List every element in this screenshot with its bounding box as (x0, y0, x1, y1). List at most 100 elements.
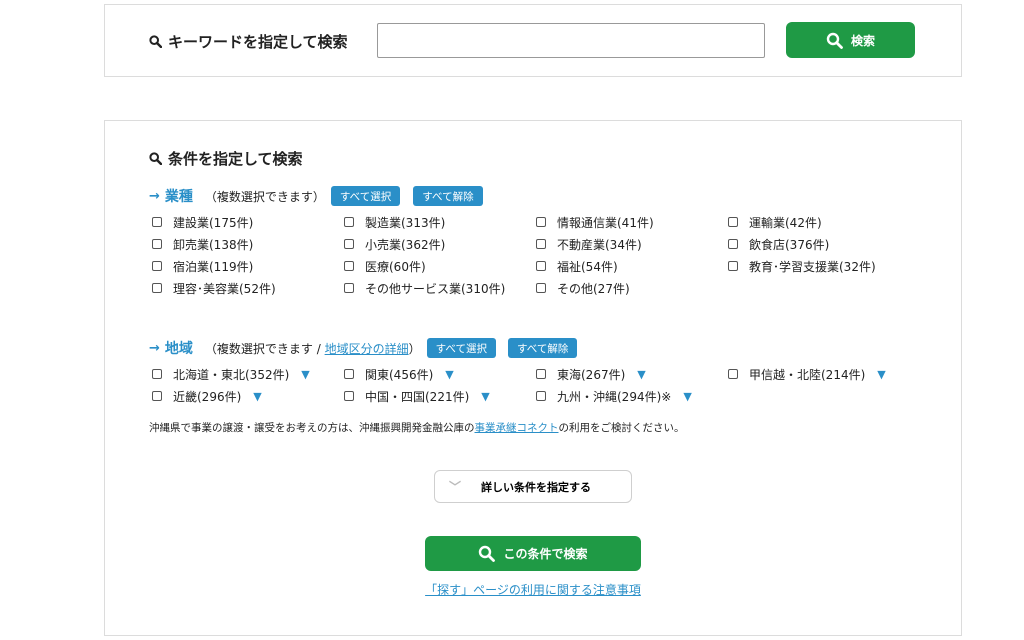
region-section-title: 地域 (164, 341, 193, 357)
checkbox[interactable] (152, 217, 162, 227)
option-label: 宿泊業(119件) (173, 259, 254, 274)
option-label: 建設業(175件) (173, 215, 254, 230)
checkbox[interactable] (344, 369, 354, 379)
checkbox[interactable] (728, 261, 738, 271)
industry-option[interactable]: 不動産業(34件) (536, 233, 728, 255)
region-options: 北海道・東北(352件) ▼ 関東(456件) ▼ 東海(267件) ▼ 甲信越・北陸(21… (152, 363, 920, 407)
okinawa-notice: 沖縄県で事業の譲渡・譲受をお考えの方は、沖縄振興開発金融公庫の事業承継コネクトの… (149, 420, 685, 435)
option-label: 飲食店(376件) (749, 237, 830, 252)
industry-select-all-button[interactable]: すべて選択 (330, 186, 401, 206)
condition-search-heading: 条件を指定して検索 (149, 148, 303, 169)
checkbox[interactable] (152, 261, 162, 271)
industry-options: 建設業(175件) 製造業(313件) 情報通信業(41件) 運輸業(42件) 卸売業(… (152, 211, 920, 299)
industry-option[interactable]: その他サービス業(310件) (344, 277, 536, 299)
detail-conditions-label: 詳しい条件を指定する (481, 480, 591, 494)
expand-triangle-icon[interactable]: ▼ (445, 368, 453, 381)
option-label: 九州・沖縄(294件)※ (557, 389, 672, 404)
region-option[interactable]: 関東(456件) ▼ (344, 363, 536, 385)
arrow-right-icon: → (149, 340, 160, 356)
checkbox[interactable] (344, 391, 354, 401)
industry-option[interactable]: 製造業(313件) (344, 211, 536, 233)
industry-option[interactable]: 福祉(54件) (536, 255, 728, 277)
region-clear-all-button[interactable]: すべて解除 (507, 338, 578, 358)
region-option[interactable]: 九州・沖縄(294件)※ ▼ (536, 385, 728, 407)
detail-conditions-button[interactable]: ﹀ 詳しい条件を指定する (434, 470, 632, 503)
expand-triangle-icon[interactable]: ▼ (637, 368, 645, 381)
checkbox[interactable] (728, 217, 738, 227)
region-select-all-button[interactable]: すべて選択 (426, 338, 496, 358)
checkbox[interactable] (536, 217, 546, 227)
option-label: 関東(456件) (365, 367, 434, 382)
industry-option[interactable]: 運輸業(42件) (728, 211, 920, 233)
region-option[interactable]: 東海(267件) ▼ (536, 363, 728, 385)
condition-search-title: 条件を指定して検索 (168, 150, 303, 168)
option-label: 甲信越・北陸(214件) (749, 367, 866, 382)
search-icon (149, 35, 162, 48)
checkbox[interactable] (728, 239, 738, 249)
checkbox[interactable] (536, 283, 546, 293)
industry-option[interactable]: 教育･学習支援業(32件) (728, 255, 920, 277)
keyword-search-button-label: 検索 (850, 33, 875, 48)
expand-triangle-icon[interactable]: ▼ (481, 390, 489, 403)
industry-clear-all-button[interactable]: すべて解除 (413, 186, 483, 206)
region-note-prefix: （複数選択できます / (204, 341, 325, 356)
industry-section-note: （複数選択できます） (204, 189, 325, 204)
checkbox[interactable] (728, 369, 738, 379)
checkbox[interactable] (152, 283, 162, 293)
keyword-search-button[interactable]: 検索 (786, 22, 915, 58)
region-detail-link[interactable]: 地域区分の詳細 (325, 342, 409, 356)
industry-option[interactable]: 小売業(362件) (344, 233, 536, 255)
checkbox[interactable] (344, 283, 354, 293)
checkbox[interactable] (152, 391, 162, 401)
checkbox[interactable] (536, 391, 546, 401)
search-icon (149, 152, 162, 165)
industry-option[interactable]: その他(27件) (536, 277, 728, 299)
expand-triangle-icon[interactable]: ▼ (683, 390, 691, 403)
option-label: 小売業(362件) (365, 237, 446, 252)
keyword-search-heading: キーワードを指定して検索 (149, 31, 348, 52)
option-label: 教育･学習支援業(32件) (749, 259, 876, 274)
region-option[interactable]: 甲信越・北陸(214件) ▼ (728, 363, 920, 385)
checkbox[interactable] (536, 369, 546, 379)
industry-option[interactable]: 卸売業(138件) (152, 233, 344, 255)
checkbox[interactable] (344, 217, 354, 227)
option-label: 福祉(54件) (557, 259, 618, 274)
industry-option[interactable]: 宿泊業(119件) (152, 255, 344, 277)
keyword-search-panel: キーワードを指定して検索 検索 (104, 4, 962, 77)
industry-option[interactable]: 理容･美容業(52件) (152, 277, 344, 299)
industry-section-header: → 業種 （複数選択できます） すべて選択 すべて解除 (149, 186, 483, 206)
checkbox[interactable] (536, 239, 546, 249)
notice-prefix: 沖縄県で事業の譲渡・譲受をお考えの方は、沖縄振興開発金融公庫の (149, 422, 475, 434)
condition-search-panel: 条件を指定して検索 → 業種 （複数選択できます） すべて選択 すべて解除 建設… (104, 120, 962, 636)
notice-suffix: の利用をご検討ください。 (558, 422, 685, 434)
region-section-header: → 地域 （複数選択できます / 地域区分の詳細） すべて選択 すべて解除 (149, 338, 578, 358)
region-option[interactable]: 中国・四国(221件) ▼ (344, 385, 536, 407)
condition-search-button[interactable]: この条件で検索 (425, 536, 641, 571)
arrow-right-icon: → (149, 188, 160, 204)
keyword-input[interactable] (377, 23, 765, 58)
expand-triangle-icon[interactable]: ▼ (253, 390, 261, 403)
search-icon (826, 32, 843, 49)
option-label: 情報通信業(41件) (557, 215, 654, 230)
option-label: 北海道・東北(352件) (173, 367, 290, 382)
checkbox[interactable] (536, 261, 546, 271)
business-succession-connect-link[interactable]: 事業承継コネクト (475, 422, 559, 434)
region-option[interactable]: 北海道・東北(352件) ▼ (152, 363, 344, 385)
industry-option[interactable]: 情報通信業(41件) (536, 211, 728, 233)
checkbox[interactable] (344, 239, 354, 249)
industry-option[interactable]: 建設業(175件) (152, 211, 344, 233)
region-note-suffix: ） (408, 341, 421, 356)
industry-option[interactable]: 飲食店(376件) (728, 233, 920, 255)
usage-caution-link[interactable]: 「探す」ページの利用に関する注意事項 (425, 581, 641, 598)
option-label: 製造業(313件) (365, 215, 446, 230)
checkbox[interactable] (344, 261, 354, 271)
industry-option[interactable]: 医療(60件) (344, 255, 536, 277)
expand-triangle-icon[interactable]: ▼ (301, 368, 309, 381)
region-option[interactable]: 近畿(296件) ▼ (152, 385, 344, 407)
chevron-down-icon: ﹀ (448, 480, 461, 494)
checkbox[interactable] (152, 239, 162, 249)
checkbox[interactable] (152, 369, 162, 379)
expand-triangle-icon[interactable]: ▼ (877, 368, 885, 381)
option-label: その他サービス業(310件) (365, 281, 506, 296)
keyword-search-label: キーワードを指定して検索 (168, 33, 348, 51)
